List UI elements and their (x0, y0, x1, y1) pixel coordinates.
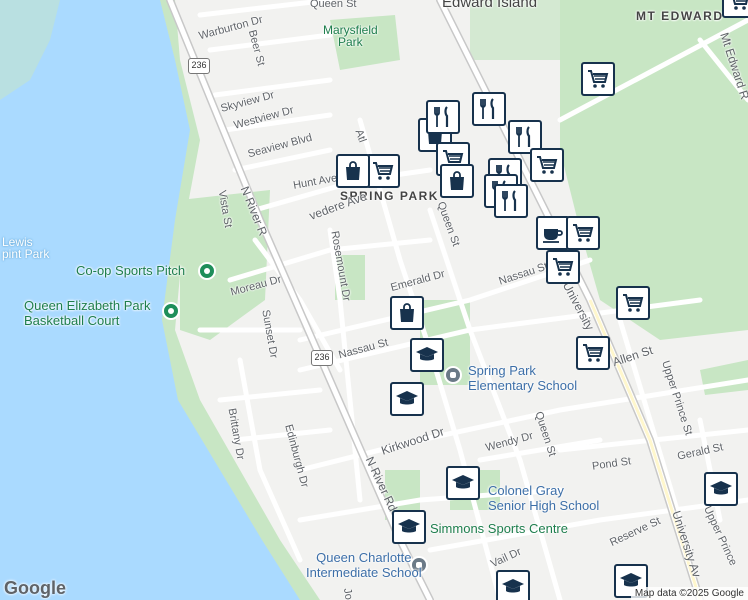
school-pin-icon[interactable] (444, 366, 462, 384)
map-marker-school[interactable] (496, 570, 530, 600)
map-marker-shopping-cart[interactable] (722, 0, 748, 18)
map-marker-shopping-cart[interactable] (581, 62, 615, 96)
map-marker-school[interactable] (392, 510, 426, 544)
map-marker-shopping-bag[interactable] (336, 154, 370, 188)
map-marker-shopping-cart[interactable] (616, 286, 650, 320)
map-marker-restaurant[interactable] (472, 92, 506, 126)
poi-label-spring-park-elementary[interactable]: Spring Park Elementary School (468, 363, 577, 393)
map-marker-shopping-cart[interactable] (530, 148, 564, 182)
map-marker-shopping-cart[interactable] (566, 216, 600, 250)
street-label-jo: Jo (340, 587, 355, 600)
street-label-queen: Queen St (310, 0, 357, 10)
map-marker-coffee[interactable] (536, 216, 570, 250)
map-view[interactable]: Edward Island MT EDWARD Marysfield Park … (0, 0, 748, 600)
area-label-edward-island: Edward Island (442, 0, 538, 11)
map-marker-school[interactable] (390, 382, 424, 416)
map-marker-shopping-cart[interactable] (546, 250, 580, 284)
area-label-mt-edward: MT EDWARD (636, 9, 724, 23)
route-shield: 236 (188, 58, 210, 74)
poi-label-coop-sports-pitch[interactable]: Co-op Sports Pitch (76, 264, 185, 278)
park-label-lewis-point: Lewis pint Park (2, 235, 50, 261)
route-shield: 236 (311, 350, 333, 366)
map-marker-school[interactable] (446, 466, 480, 500)
map-marker-school[interactable] (410, 338, 444, 372)
poi-label-qe-park-basketball[interactable]: Queen Elizabeth Park Basketball Court (24, 298, 150, 328)
map-marker-shopping-cart[interactable] (576, 336, 610, 370)
map-marker-shopping-cart[interactable] (366, 154, 400, 188)
map-marker-school[interactable] (704, 472, 738, 506)
sports-pin-icon[interactable] (198, 262, 216, 280)
map-marker-shopping-bag[interactable] (390, 296, 424, 330)
map-marker-restaurant[interactable] (494, 184, 528, 218)
map-marker-shopping-bag[interactable] (440, 164, 474, 198)
poi-label-queen-charlotte[interactable]: Queen Charlotte Intermediate School (306, 550, 422, 580)
poi-label-colonel-gray[interactable]: Colonel Gray Senior High School (488, 483, 599, 513)
map-attribution[interactable]: Map data ©2025 Google (630, 587, 748, 600)
poi-label-simmons-sports-centre[interactable]: Simmons Sports Centre (430, 522, 568, 536)
park-label-marysfield: Marysfield Park (323, 23, 378, 49)
park-pin-icon[interactable] (162, 302, 180, 320)
google-logo: Google (4, 578, 66, 598)
map-marker-restaurant[interactable] (426, 100, 460, 134)
